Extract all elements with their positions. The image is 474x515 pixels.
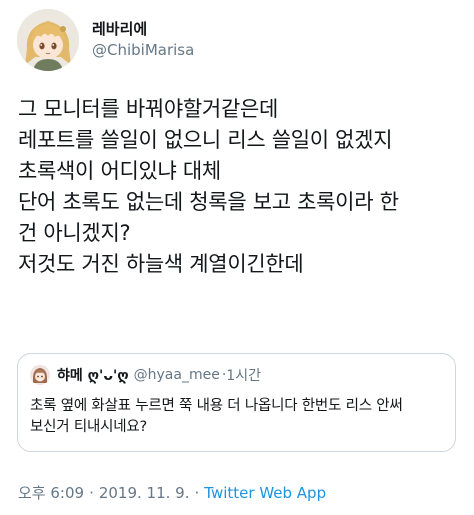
quoted-tweet-line: 보신거 티내시네요? bbox=[30, 419, 148, 435]
tweet-meta: 오후 6:09 · 2019. 11. 9. · Twitter Web App bbox=[18, 482, 326, 503]
tweet-line: 건 아니겠지? bbox=[18, 221, 131, 245]
tweet-line: 초록색이 어디있냐 대체 bbox=[18, 159, 221, 183]
author-display-name[interactable]: 레바리에 bbox=[92, 19, 194, 39]
meta-separator-dot: · bbox=[89, 483, 94, 502]
quoted-tweet-line: 초록 옆에 화살표 누르면 쭉 내용 더 나옵니다 한번도 리스 안써 bbox=[30, 398, 403, 414]
tweet-body: 그 모니터를 바꿔야할거같은데 레포트를 쓸일이 없으니 리스 쓸일이 없겠지 … bbox=[18, 94, 460, 280]
author-names: 레바리에 @ChibiMarisa bbox=[92, 19, 194, 61]
quoted-author-avatar bbox=[30, 365, 50, 385]
tweet-time[interactable]: 오후 6:09 bbox=[18, 482, 84, 503]
tweet-source-link[interactable]: Twitter Web App bbox=[204, 484, 326, 502]
quoted-tweet-header: 햐메 ღ'ᴗ'ღ @hyaa_mee · 1시간 bbox=[30, 364, 443, 386]
quoted-tweet[interactable]: 햐메 ღ'ᴗ'ღ @hyaa_mee · 1시간 초록 옆에 화살표 누르면 쭉… bbox=[17, 353, 456, 452]
tweet-line: 저것도 거진 하늘색 계열이긴한데 bbox=[18, 252, 304, 276]
meta-separator-dot: · bbox=[194, 483, 200, 502]
tweet-header: 레바리에 @ChibiMarisa bbox=[17, 9, 194, 71]
tweet-card: 레바리에 @ChibiMarisa 그 모니터를 바꿔야할거같은데 레포트를 쓸… bbox=[0, 0, 474, 515]
tweet-date[interactable]: 2019. 11. 9. bbox=[99, 484, 190, 502]
quoted-author-display-name: 햐메 ღ'ᴗ'ღ bbox=[57, 368, 129, 384]
author-handle[interactable]: @ChibiMarisa bbox=[92, 39, 194, 61]
anime-avatar-icon bbox=[30, 365, 50, 385]
quoted-author-handle: @hyaa_mee bbox=[133, 367, 220, 383]
tweet-line: 그 모니터를 바꿔야할거같은데 bbox=[18, 97, 279, 121]
tweet-line: 단어 초록도 없는데 청록을 보고 초록이라 한 bbox=[18, 190, 399, 214]
quoted-tweet-body: 초록 옆에 화살표 누르면 쭉 내용 더 나옵니다 한번도 리스 안써 보신거 … bbox=[30, 396, 443, 438]
author-avatar[interactable] bbox=[17, 9, 79, 71]
quoted-timestamp: 1시간 bbox=[226, 368, 261, 384]
anime-avatar-icon bbox=[17, 9, 79, 71]
tweet-line: 레포트를 쓸일이 없으니 리스 쓸일이 없겠지 bbox=[18, 128, 393, 152]
